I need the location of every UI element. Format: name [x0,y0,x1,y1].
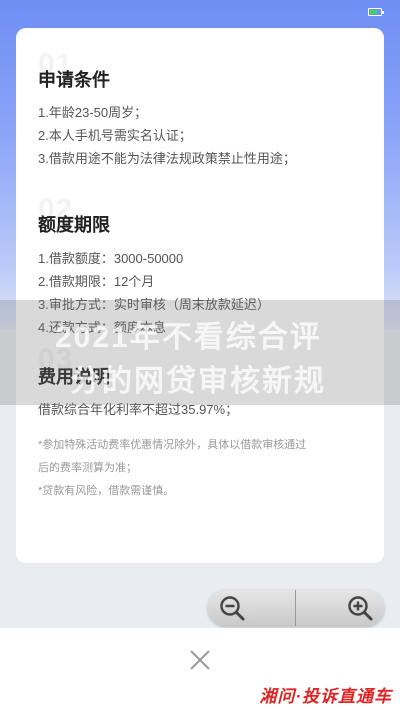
watermark-overlay: 2021年不看综合评 分的网贷审核新规 [0,300,400,405]
close-icon [190,650,210,670]
close-button[interactable] [186,646,214,674]
term-line: 2.借款期限：12个月 [38,274,155,289]
fee-note: 后的费率测算为准； [38,462,137,474]
watermark-line: 2021年不看综合评 [55,321,322,354]
zoom-in-button[interactable] [296,590,384,626]
section-title: 申请条件 [38,70,110,90]
condition-line: 1.年龄23-50周岁； [38,105,148,120]
watermark-line: 分的网贷审核新规 [70,365,326,398]
fee-note: *贷款有风险，借款需谨慎。 [38,485,175,497]
zoom-out-button[interactable] [208,590,296,626]
brand-logo: 湘问·投诉直通车 [259,687,392,706]
term-line: 1.借款额度：3000-50000 [38,251,184,266]
condition-line: 2.本人手机号需实名认证； [38,128,192,143]
status-bar [0,0,400,22]
section-title: 额度期限 [38,215,110,235]
battery-icon [368,8,384,16]
info-card: 01 申请条件 1.年龄23-50周岁； 2.本人手机号需实名认证； 3.借款用… [16,28,384,563]
zoom-out-icon [220,596,245,621]
condition-line: 3.借款用途不能为法律法规政策禁止性用途； [38,151,296,166]
zoom-in-icon [348,596,373,621]
bottom-bar: 湘问·投诉直通车 [0,628,400,710]
zoom-control [208,590,384,626]
fee-note: *参加特殊活动费率优惠情况除外，具体以借款审核通过 [38,439,307,451]
